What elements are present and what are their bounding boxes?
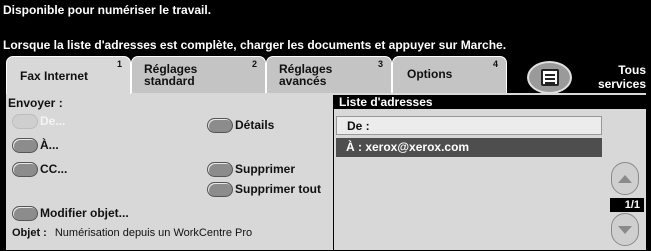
button-pill	[12, 138, 38, 153]
services-grid-icon	[541, 69, 559, 86]
address-row-from[interactable]: De :	[336, 116, 602, 135]
from-button[interactable]: De...	[12, 114, 65, 129]
address-row-to[interactable]: À : xerox@xerox.com	[336, 138, 602, 157]
instruction-message: Lorsque la liste d'adresses est complète…	[3, 38, 507, 52]
details-button[interactable]: Détails	[207, 118, 274, 133]
arrow-up-icon	[618, 175, 632, 183]
delete-button[interactable]: Supprimer	[207, 162, 295, 177]
send-label: Envoyer :	[8, 96, 63, 110]
tab-label: avancés	[279, 74, 327, 88]
modify-object-button[interactable]: Modifier objet...	[12, 206, 129, 221]
tab-reglages-avances[interactable]: 3 Réglages avancés	[266, 56, 392, 93]
button-pill	[12, 206, 38, 221]
button-pill	[207, 162, 233, 177]
button-pill	[207, 118, 233, 133]
tab-number: 1	[116, 59, 122, 69]
all-services-label[interactable]: Tous services	[590, 63, 646, 91]
scroll-up-button[interactable]	[611, 162, 639, 195]
tab-label: standard	[144, 74, 195, 88]
delete-all-button[interactable]: Supprimer tout	[207, 182, 321, 197]
to-button[interactable]: À...	[12, 138, 59, 153]
button-pill	[12, 162, 38, 177]
button-pill	[207, 182, 233, 197]
page-indicator: 1/1	[610, 198, 644, 212]
tab-number: 2	[251, 59, 257, 69]
scroll-down-button[interactable]	[611, 213, 639, 246]
object-label: Objet :	[12, 227, 47, 239]
status-message: Disponible pour numériser le travail.	[3, 3, 212, 17]
tab-label: Fax Internet	[20, 69, 89, 83]
object-value: Numérisation depuis un WorkCentre Pro	[54, 227, 253, 239]
all-services-button[interactable]	[527, 61, 572, 94]
tab-reglages-standard[interactable]: 2 Réglages standard	[131, 56, 266, 93]
tab-number: 4	[492, 59, 498, 69]
cc-button[interactable]: CC...	[12, 162, 67, 177]
tab-fax-internet[interactable]: 1 Fax Internet	[6, 56, 131, 94]
tab-label: Options	[407, 67, 453, 81]
button-pill	[12, 114, 38, 129]
tab-options[interactable]: 4 Options	[392, 56, 507, 93]
arrow-down-icon	[618, 226, 632, 234]
tab-number: 3	[377, 59, 383, 69]
object-line: Objet : Numérisation depuis un WorkCentre…	[12, 227, 252, 239]
address-list-header: Liste d'adresses	[333, 95, 646, 109]
